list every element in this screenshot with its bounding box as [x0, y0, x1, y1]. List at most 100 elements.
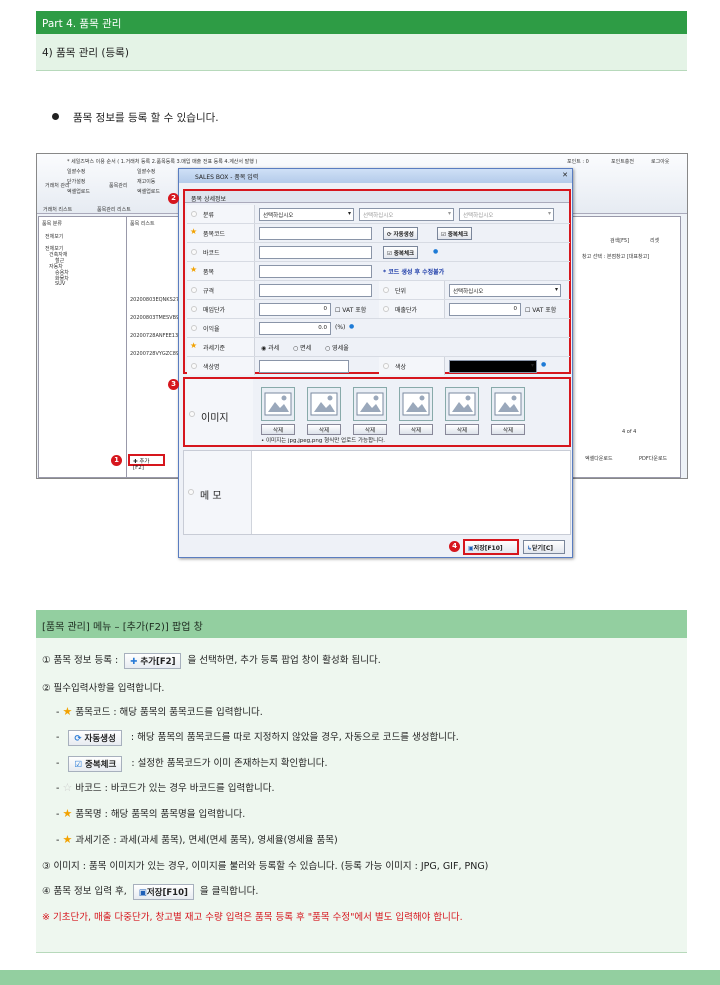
image-slot[interactable] — [399, 387, 433, 421]
tb-item-2[interactable]: 단가설정 — [67, 178, 85, 185]
step-1-b: 을 선택하면, 추가 등록 팝업 창이 활성화 됩니다. — [187, 655, 381, 666]
tb-item-3[interactable]: 엑셀업로드 — [67, 188, 90, 195]
dup-check-desc: - ☑ 중복체크 : 설정한 품목코드가 이미 존재하는지 확인합니다. — [56, 755, 327, 772]
margin-input[interactable]: 0.0 — [259, 322, 331, 335]
sell-price-input[interactable]: 0 — [449, 303, 521, 316]
vat-label: VAT 포함 — [532, 307, 557, 314]
label-tax: 과세기준 — [203, 345, 226, 352]
tab-customers[interactable]: 거래처 리스트 — [43, 206, 72, 213]
floppy-icon: ▣ — [138, 887, 147, 898]
excel-download-button[interactable]: 엑셀다운로드 — [585, 455, 613, 462]
row-color: 색상명 색상 ● — [187, 357, 570, 376]
tax-radio-taxable[interactable]: ◉ 과세 — [261, 343, 279, 352]
marker-1: 1 — [111, 455, 122, 466]
reset-button[interactable]: 리셋 — [650, 237, 659, 244]
charge-button[interactable]: 포인트충전 — [611, 158, 634, 165]
info-icon[interactable]: ● — [433, 248, 438, 255]
tb-item[interactable]: 품목관리 — [109, 182, 127, 189]
tax-radio-exempt[interactable]: ○ 면세 — [293, 343, 311, 352]
required-fields-highlight: 품목 상세정보 분류 선택하십시오 선택하십시오 선택하십시오 ★ 품목코드 ⟳ … — [183, 189, 571, 376]
points-label: 포인트 : 0 — [567, 159, 589, 165]
color-picker[interactable] — [449, 360, 537, 373]
delete-image-button[interactable]: 삭제 — [307, 424, 341, 435]
optional-icon — [383, 363, 389, 369]
star-icon: ★ — [62, 705, 73, 718]
close-icon[interactable]: ✕ — [562, 171, 568, 179]
buy-price-input[interactable]: 0 — [259, 303, 331, 316]
add-sample-label: 추가[F2] — [140, 656, 176, 667]
optional-icon — [188, 489, 194, 495]
tab-items[interactable]: 품목관리 리스트 — [97, 206, 131, 213]
footer-bar — [0, 970, 720, 985]
category-select-1[interactable]: 선택하십시오 — [259, 208, 354, 221]
image-slot[interactable] — [491, 387, 525, 421]
explanation-title: [품목 관리] 메뉴 – [추가(F2)] 팝업 창 — [36, 610, 687, 638]
sell-vat-checkbox[interactable]: ☐ VAT 포함 — [525, 305, 556, 314]
label-spec: 규격 — [203, 288, 215, 295]
barcode-input[interactable] — [259, 246, 372, 259]
intro-text: 품목 정보를 등록 할 수 있습니다. — [73, 112, 219, 124]
memo-input[interactable] — [254, 451, 570, 534]
add-button[interactable]: ✚ 추가[F2] — [128, 454, 165, 471]
warehouse-select[interactable]: 창고 선택 : 본점창고 [대표창고] — [582, 253, 649, 260]
name-input[interactable] — [259, 265, 372, 278]
logout-button[interactable]: 로그아웃 — [651, 158, 669, 165]
code-cell: 20200803EQNKS27 — [130, 297, 180, 303]
optional-icon — [191, 306, 197, 312]
info-icon[interactable]: ● — [349, 323, 354, 330]
tree-item[interactable]: 전체보기 — [45, 233, 63, 240]
row-barcode: 바코드 ☑ 중복체크 ● — [187, 243, 570, 262]
save-button[interactable]: ▣저장[F10] — [463, 539, 519, 555]
auto-sample-label: 자동생성 — [84, 733, 116, 744]
label-unit: 단위 — [395, 288, 407, 295]
close-button[interactable]: ↳닫기[C] — [523, 540, 565, 554]
category-select-2[interactable]: 선택하십시오 — [359, 208, 454, 221]
color-name-input[interactable] — [259, 360, 349, 373]
delete-image-button[interactable]: 삭제 — [399, 424, 433, 435]
duplicate-check-button[interactable]: ☑ 중복체크 — [437, 227, 473, 240]
code-input[interactable] — [259, 227, 372, 240]
step-1: ① 품목 정보 등록 : ✚ 추가[F2] 을 선택하면, 추가 등록 팝업 창이 … — [42, 652, 381, 669]
delete-image-button[interactable]: 삭제 — [445, 424, 479, 435]
search-button[interactable]: 검색[F5] — [610, 237, 629, 244]
info-icon[interactable]: ● — [541, 361, 546, 368]
optional-icon — [191, 325, 197, 331]
dup-label-2: 중복체크 — [393, 251, 415, 257]
list-title: 품목 리스트 — [130, 221, 155, 227]
tax-text: 과세기준 : 과세(과세 품목), 면세(면세 품목), 영세율(영세율 품목) — [75, 835, 338, 846]
tb-item-5[interactable]: 재고이동 — [137, 178, 155, 185]
delete-image-button[interactable]: 삭제 — [491, 424, 525, 435]
popup-titlebar: SALES BOX - 품목 입력 ✕ — [179, 169, 572, 183]
unit-select[interactable]: 선택하십시오 — [449, 284, 561, 297]
buy-vat-checkbox[interactable]: ☐ VAT 포함 — [335, 305, 366, 314]
item-code-desc: - ★ 품목코드 : 해당 품목의 품목코드를 입력합니다. — [56, 705, 263, 718]
tree-item[interactable]: SUV — [55, 281, 65, 287]
tb-customer[interactable]: 거래처 관리 — [45, 182, 70, 189]
image-slot[interactable] — [261, 387, 295, 421]
tb-item-1[interactable]: 일괄수정 — [67, 168, 85, 175]
pdf-download-button[interactable]: PDF다운로드 — [639, 455, 667, 462]
image-slot[interactable] — [353, 387, 387, 421]
barcode-duplicate-button[interactable]: ☑ 중복체크 — [383, 246, 419, 259]
row-code: ★ 품목코드 ⟳ 자동생성 ☑ 중복체크 — [187, 224, 570, 243]
tb-item-4[interactable]: 일괄수정 — [137, 168, 155, 175]
category-select-3[interactable]: 선택하십시오 — [459, 208, 554, 221]
close-label: 닫기[C] — [532, 545, 553, 552]
star-icon: ★ — [62, 807, 73, 820]
add-button-sample: ✚ 추가[F2] — [124, 652, 182, 669]
delete-image-button[interactable]: 삭제 — [261, 424, 295, 435]
marker-3: 3 — [168, 379, 179, 390]
auto-generate-button[interactable]: ⟳ 자동생성 — [383, 227, 418, 240]
image-section-highlight: 이미지 삭제 삭제 삭제 삭제 삭제 삭제 • 이미지는 jpg,jpeg,pn… — [183, 377, 571, 447]
delete-image-button[interactable]: 삭제 — [353, 424, 387, 435]
code-cell: 20200803TMESVB9 — [130, 315, 180, 321]
save-sample-label: 저장[F10] — [146, 887, 188, 898]
step-3: ③ 이미지 : 품목 이미지가 있는 경우, 이미지를 불러와 등록할 수 있습… — [42, 861, 489, 872]
image-slot[interactable] — [445, 387, 479, 421]
image-slot[interactable] — [307, 387, 341, 421]
spec-input[interactable] — [259, 284, 372, 297]
barcode-text: 바코드 : 바코드가 있는 경우 바코드를 입력합니다. — [75, 783, 275, 794]
tb-item-6[interactable]: 엑셀업로드 — [137, 188, 160, 195]
tax-radio-zero[interactable]: ○ 영세율 — [325, 343, 349, 352]
paging-text: 4 of 4 — [622, 429, 637, 435]
